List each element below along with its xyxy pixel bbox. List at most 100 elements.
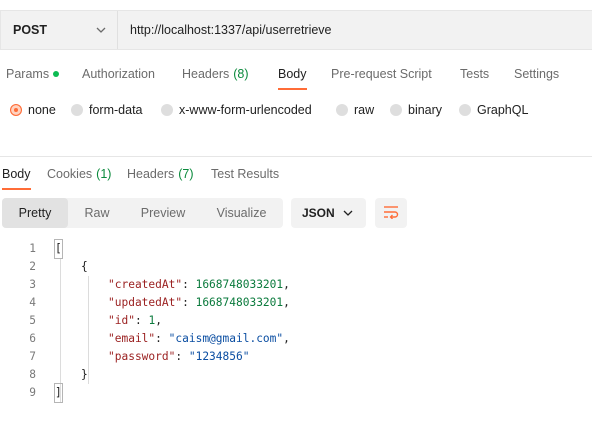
tab-authorization-label: Authorization [82,67,155,81]
format-label: JSON [302,206,335,220]
radio-graphql[interactable]: GraphQL [459,99,528,121]
json-value: 1668748033201 [195,296,284,309]
radio-x-www-form-urlencoded[interactable]: x-www-form-urlencoded [161,99,312,121]
view-pretty-label: Pretty [18,206,52,220]
code-text: } [81,368,88,381]
response-tab-headers-label: Headers [127,167,175,181]
response-tab-headers[interactable]: Headers (7) [127,162,194,186]
tab-tests[interactable]: Tests [460,62,489,86]
json-key: "password" [108,350,176,363]
radio-binary-label: binary [408,103,443,117]
tab-settings[interactable]: Settings [514,62,559,86]
view-visualize-label: Visualize [216,206,267,220]
radio-raw-label: raw [354,103,375,117]
json-value: "1234856" [188,350,250,363]
radio-selected-icon [10,104,22,116]
tab-body[interactable]: Body [278,62,307,90]
response-tab-body[interactable]: Body [2,162,31,190]
json-comma: , [283,296,290,309]
tab-headers-count: (8) [233,67,249,81]
json-value: "caism@gmail.com" [168,332,284,345]
response-tab-cookies[interactable]: Cookies (1) [47,162,111,186]
tab-headers[interactable]: Headers (8) [182,62,249,86]
radio-raw[interactable]: raw [336,99,374,121]
code-line: 3 "createdAt": 1668748033201, [0,276,592,294]
response-tab-test-results-label: Test Results [211,167,280,181]
radio-none-label: none [28,103,56,117]
url-text: http://localhost:1337/api/userretrieve [130,23,332,37]
tab-pre-request-script[interactable]: Pre-request Script [331,62,432,86]
code-line: 9 ] [0,383,592,403]
request-tabs: Params Authorization Headers (8) Body Pr… [0,62,592,90]
code-line: 7 "password": "1234856" [0,348,592,366]
line-number: 3 [29,278,36,291]
json-comma: , [283,278,290,291]
format-select[interactable]: JSON [291,198,366,228]
radio-unselected-icon [336,104,348,116]
request-bar: POST http://localhost:1337/api/userretri… [0,10,592,50]
json-comma: , [155,314,162,327]
line-number: 6 [29,332,36,345]
radio-none[interactable]: none [10,99,56,121]
response-tab-cookies-label: Cookies [47,167,93,181]
response-tabs: Body Cookies (1) Headers (7) Test Result… [0,162,592,190]
response-tab-cookies-count: (1) [96,167,112,181]
code-text: ] [54,383,63,403]
url-input[interactable]: http://localhost:1337/api/userretrieve [118,11,332,49]
view-preview-button[interactable]: Preview [126,198,200,228]
tab-headers-label: Headers [182,67,230,81]
code-line: 4 "updatedAt": 1668748033201, [0,294,592,312]
radio-binary[interactable]: binary [390,99,442,121]
body-type-radio-group: none form-data x-www-form-urlencoded raw… [0,99,592,121]
response-tab-body-label: Body [2,167,31,181]
params-indicator-dot [53,71,60,77]
json-value: 1668748033201 [195,278,284,291]
tab-settings-label: Settings [514,67,560,81]
chevron-down-icon [342,207,354,219]
radio-form-data[interactable]: form-data [71,99,143,121]
line-number: 1 [29,242,36,255]
view-raw-button[interactable]: Raw [68,198,126,228]
wrap-lines-button[interactable] [375,198,407,228]
radio-unselected-icon [459,104,471,116]
line-number: 7 [29,350,36,363]
code-line: 6 "email": "caism@gmail.com", [0,330,592,348]
response-tab-test-results[interactable]: Test Results [211,162,279,186]
section-divider [0,156,592,157]
code-line: 1 [ [0,239,592,259]
json-key: "createdAt" [108,278,183,291]
radio-unselected-icon [390,104,402,116]
radio-unselected-icon [71,104,83,116]
radio-form-data-label: form-data [89,103,143,117]
code-line: 2 { [0,258,592,276]
tab-tests-label: Tests [460,67,490,81]
json-key: "id" [108,314,135,327]
response-tab-headers-count: (7) [178,167,194,181]
view-raw-label: Raw [84,206,110,220]
line-number: 8 [29,368,36,381]
view-pretty-button[interactable]: Pretty [2,198,68,228]
radio-graphql-label: GraphQL [477,103,529,117]
json-comma: , [283,332,290,345]
wrap-lines-icon [383,205,399,222]
method-label: POST [13,23,48,37]
tab-params[interactable]: Params [6,62,60,86]
line-number: 2 [29,260,36,273]
tab-params-label: Params [6,67,50,81]
line-number: 4 [29,296,36,309]
json-key: "updatedAt" [108,296,183,309]
view-visualize-button[interactable]: Visualize [200,198,283,228]
tab-pre-request-script-label: Pre-request Script [331,67,432,81]
line-number: 5 [29,314,36,327]
chevron-down-icon [95,24,107,36]
line-number: 9 [29,386,36,399]
code-text: { [81,260,88,273]
code-text: [ [54,239,63,259]
view-mode-group: Pretty Raw Preview Visualize [2,198,283,228]
radio-x-www-form-urlencoded-label: x-www-form-urlencoded [179,103,312,117]
tab-authorization[interactable]: Authorization [82,62,155,86]
tab-body-label: Body [278,67,307,81]
view-preview-label: Preview [140,206,186,220]
json-key: "email" [108,332,156,345]
method-select[interactable]: POST [1,11,118,49]
